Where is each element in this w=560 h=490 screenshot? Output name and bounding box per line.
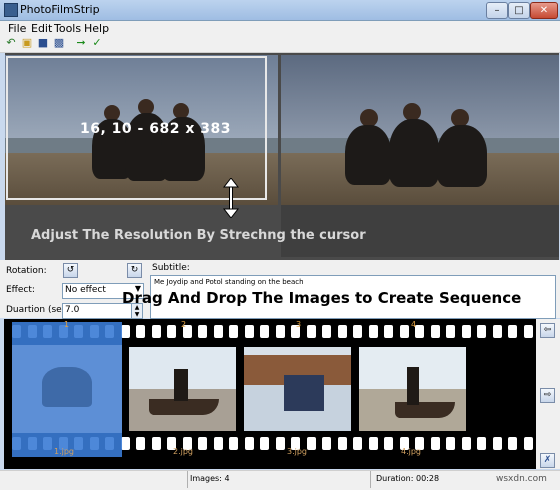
frame-number: 4 — [411, 320, 417, 329]
film-hole — [306, 437, 316, 450]
film-hole — [213, 325, 223, 338]
status-images: Images: 4 — [190, 474, 230, 483]
frame-number: 1 — [64, 320, 70, 329]
app-icon — [4, 3, 18, 17]
film-hole — [384, 325, 393, 338]
subtitle-value: Me Joydip and Potol standing on the beac… — [154, 278, 304, 286]
film-hole — [260, 325, 269, 338]
film-hole — [523, 437, 533, 450]
film-hole — [337, 325, 347, 338]
duration-value: 7.0 — [65, 305, 80, 315]
watermark: wsxdn.com — [496, 474, 547, 484]
status-divider — [370, 471, 371, 488]
film-hole — [368, 437, 378, 450]
film-hole — [244, 437, 254, 450]
film-hole — [136, 437, 145, 450]
film-hole — [368, 325, 378, 338]
frame-filename: 3.jpg — [287, 447, 308, 456]
frame-filename: 2.jpg — [173, 447, 194, 456]
rotate-right-icon[interactable]: ↻ — [127, 263, 142, 278]
film-hole — [353, 437, 362, 450]
film-hole — [461, 437, 471, 450]
film-hole — [151, 325, 161, 338]
menu-tools[interactable]: Tools — [54, 22, 81, 35]
overlay-annotation: Drag And Drop The Images to Create Seque… — [122, 289, 522, 307]
menu-help[interactable]: Help — [84, 22, 109, 35]
film-hole — [477, 437, 486, 450]
film-hole — [508, 325, 517, 338]
hint-text: Adjust The Resolution By Strechng the cu… — [31, 228, 366, 243]
film-hole — [523, 325, 533, 338]
frame-number: 3 — [296, 320, 302, 329]
film-hole — [415, 325, 424, 338]
film-hole — [229, 325, 238, 338]
film-hole — [399, 325, 409, 338]
film-hole — [492, 437, 502, 450]
film-hole — [322, 325, 331, 338]
save-icon[interactable]: ■ — [36, 36, 50, 50]
open-icon[interactable]: ▣ — [20, 36, 34, 50]
film-hole — [461, 325, 471, 338]
resize-cursor-icon[interactable] — [222, 178, 240, 218]
status-duration: Duration: 00:28 — [376, 474, 440, 483]
frame-1-thumbnail[interactable] — [12, 345, 122, 433]
film-hole — [275, 437, 285, 450]
film-hole — [353, 325, 362, 338]
move-right-icon[interactable]: ⇨ — [540, 388, 555, 403]
film-hole — [275, 325, 285, 338]
film-hole — [446, 437, 455, 450]
effect-label: Effect: — [6, 285, 35, 295]
move-left-icon[interactable]: ⇦ — [540, 323, 555, 338]
film-hole — [213, 437, 223, 450]
film-hole — [306, 325, 316, 338]
undo-icon[interactable]: ↶ — [4, 36, 18, 50]
film-hole — [229, 437, 238, 450]
film-hole — [446, 325, 455, 338]
film-hole — [430, 437, 440, 450]
frame-filename: 4.jpg — [401, 447, 422, 456]
maximize-button[interactable]: □ — [508, 2, 530, 19]
menu-file[interactable]: File — [8, 22, 26, 35]
film-hole — [260, 437, 269, 450]
film-hole — [151, 437, 161, 450]
frame-2-thumbnail[interactable] — [129, 347, 236, 431]
rotate-left-icon[interactable]: ↺ — [63, 263, 78, 278]
check-icon[interactable]: ✓ — [90, 36, 104, 50]
import-icon[interactable]: ➞ — [74, 36, 88, 50]
remove-icon[interactable]: ✗ — [540, 453, 555, 468]
frame-3-thumbnail[interactable] — [244, 347, 351, 431]
status-bar — [0, 470, 560, 490]
subtitle-label: Subtitle: — [152, 263, 190, 273]
frame-4-thumbnail[interactable] — [359, 347, 466, 431]
film-hole — [322, 437, 331, 450]
film-hole — [198, 437, 207, 450]
film-hole — [167, 325, 176, 338]
film-hole — [384, 437, 393, 450]
close-button[interactable]: ✕ — [530, 2, 558, 19]
film-hole — [136, 325, 145, 338]
frame-filename: 1.jpg — [54, 447, 75, 456]
film-hole — [198, 325, 207, 338]
film-hole — [337, 437, 347, 450]
menu-edit[interactable]: Edit — [31, 22, 52, 35]
resolution-label: 16, 10 - 682 x 383 — [80, 121, 231, 137]
film-hole — [477, 325, 486, 338]
rotation-label: Rotation: — [6, 266, 47, 276]
film-hole — [244, 325, 254, 338]
film-hole — [508, 437, 517, 450]
film-hole — [430, 325, 440, 338]
preview-image — [281, 55, 559, 205]
frame-number: 2 — [181, 320, 187, 329]
minimize-button[interactable]: – — [486, 2, 508, 19]
effect-value: No effect — [65, 285, 106, 295]
save-as-icon[interactable]: ▩ — [52, 36, 66, 50]
window-title: PhotoFilmStrip — [20, 3, 100, 16]
film-hole — [492, 325, 502, 338]
status-divider — [187, 471, 188, 488]
